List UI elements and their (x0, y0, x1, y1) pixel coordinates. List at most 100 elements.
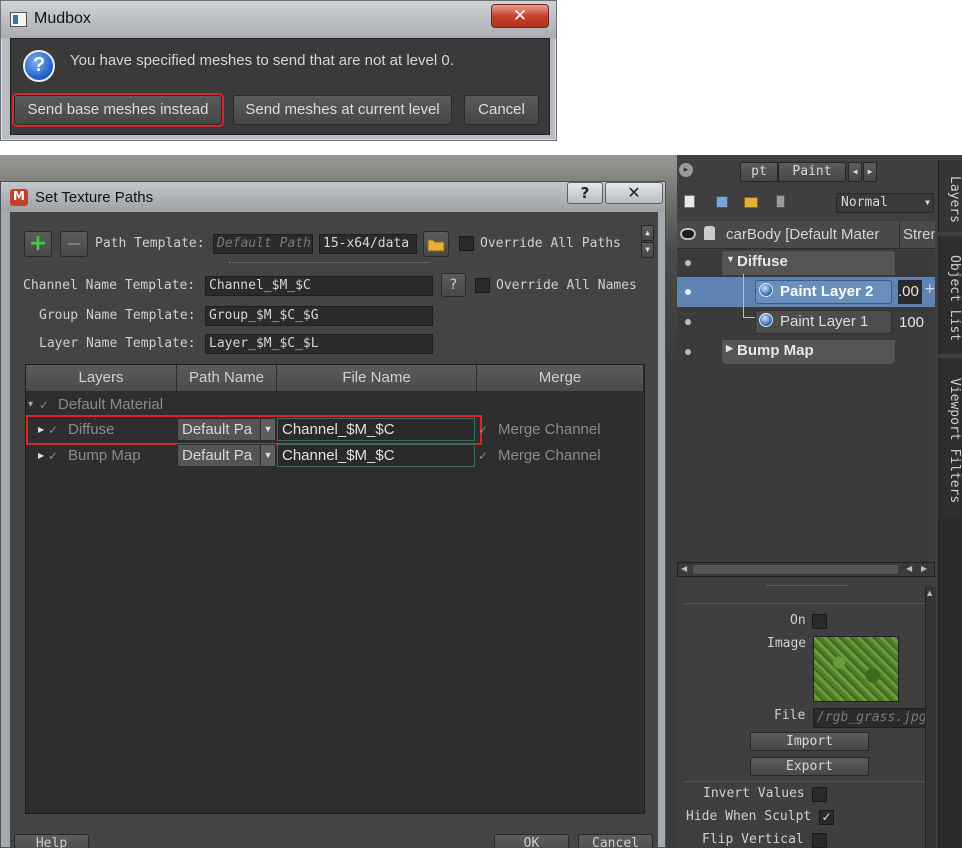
override-names-label: Override All Names (496, 278, 637, 293)
tab-paint[interactable]: Paint (778, 162, 846, 182)
eye-icon[interactable] (680, 228, 696, 240)
column-header-merge[interactable]: Merge (477, 365, 644, 391)
paint-layer-2[interactable]: Paint Layer 2 (755, 280, 892, 304)
collapse-arrow-icon[interactable]: ▼ (726, 254, 735, 264)
visibility-dot[interactable] (685, 260, 691, 266)
layer-group-diffuse[interactable]: ▼ Diffuse (722, 251, 895, 275)
scroll-up-button[interactable]: ▲ (641, 225, 654, 241)
layer-group-bump[interactable]: ▶ Bump Map (722, 340, 895, 364)
path-template-input[interactable]: 15-x64/data (319, 234, 417, 254)
scroll-left-icon[interactable]: ◀ (681, 564, 687, 573)
object-name: carBody [Default Mater (726, 226, 880, 243)
texture-content: + — Path Template: Default Path 15-x64/d… (10, 212, 658, 848)
on-checkbox[interactable] (812, 614, 827, 629)
expand-arrow-icon[interactable]: ▶ (38, 417, 44, 443)
invert-values-checkbox[interactable] (812, 787, 827, 802)
collapse-arrow-icon[interactable]: ▾ (28, 392, 33, 418)
add-icon[interactable]: + (24, 231, 52, 257)
scroll-up-icon[interactable]: ▲ (927, 589, 932, 597)
divider (684, 603, 934, 604)
scroll-down-button[interactable]: ▼ (641, 242, 654, 258)
new-layer-icon[interactable] (684, 195, 695, 208)
flip-vertical-label: Flip Vertical (702, 832, 804, 847)
import-button[interactable]: Import (750, 732, 869, 751)
paint-layer-1[interactable]: Paint Layer 1 (755, 310, 892, 334)
divider (684, 781, 934, 782)
close-button[interactable]: ✕ (491, 4, 549, 28)
table-row[interactable]: ▶ ✓ Bump Map Default Pa ▼ Channel_$M_$C … (26, 443, 644, 469)
texture-thumbnail[interactable] (813, 636, 899, 702)
channel-table: Layers Path Name File Name Merge ▾ ✓ Def… (25, 364, 645, 814)
merge-check-icon[interactable]: ✓ (478, 443, 488, 469)
send-current-level-button[interactable]: Send meshes at current level (233, 95, 452, 125)
override-paths-label: Override All Paths (480, 236, 621, 251)
path-template-placeholder[interactable]: Default Path (213, 234, 313, 254)
column-header-layers[interactable]: Layers (26, 365, 177, 391)
tab-object-list[interactable]: Object List (938, 236, 962, 354)
column-header-path[interactable]: Path Name (177, 365, 277, 391)
help-button[interactable]: Help (14, 834, 89, 848)
paint-layer-icon (759, 313, 773, 327)
flip-vertical-checkbox[interactable] (812, 833, 827, 848)
file-path-input[interactable]: /rgb_grass.jpg (813, 708, 931, 728)
override-paths-checkbox[interactable] (459, 236, 474, 251)
folder-icon[interactable] (744, 197, 758, 208)
trash-icon[interactable] (776, 195, 785, 208)
hide-when-sculpt-checkbox[interactable]: ✓ (819, 810, 834, 825)
lock-icon[interactable] (704, 226, 715, 240)
properties-scrollbar[interactable]: ▲ (925, 587, 936, 848)
remove-icon[interactable]: — (60, 231, 88, 257)
table-row[interactable]: ▶ ✓ Diffuse Default Pa ▼ Channel_$M_$C ✓… (26, 415, 644, 445)
file-name-input[interactable]: Channel_$M_$C (277, 444, 475, 467)
column-header-file[interactable]: File Name (277, 365, 477, 391)
question-icon: ? (23, 50, 55, 82)
send-base-meshes-button[interactable]: Send base meshes instead (12, 93, 224, 127)
path-name-dropdown[interactable]: Default Pa (177, 444, 261, 467)
image-label: Image (767, 636, 807, 651)
tab-next-button[interactable]: ▶ (863, 162, 877, 182)
cancel-button[interactable]: Cancel (464, 95, 539, 125)
help-title-button[interactable]: ? (567, 182, 603, 204)
plus-icon[interactable]: + (924, 281, 936, 297)
layer-1-strength[interactable]: 100 (899, 312, 933, 334)
ok-button[interactable]: OK (494, 834, 569, 848)
override-names-checkbox[interactable] (475, 278, 490, 293)
visibility-dot[interactable] (685, 319, 691, 325)
horizontal-scrollbar[interactable]: ◀ ◀ ▶ (677, 562, 935, 577)
duplicate-layer-icon[interactable] (716, 196, 728, 208)
tab-partial[interactable]: pt (740, 162, 778, 182)
expand-arrow-icon[interactable]: ▶ (38, 443, 44, 469)
scroll-thumb[interactable] (693, 565, 898, 574)
layer-2-strength[interactable]: .00 (898, 280, 922, 304)
chevron-down-icon[interactable]: ▼ (260, 418, 276, 441)
mudbox-message: You have specified meshes to send that a… (70, 52, 454, 69)
panel-menu-icon[interactable]: ▸ (679, 163, 693, 177)
path-name-dropdown[interactable]: Default Pa (177, 418, 261, 441)
browse-button[interactable] (423, 231, 449, 257)
group-template-input[interactable]: Group_$M_$C_$G (205, 306, 433, 326)
blend-mode-dropdown[interactable]: Normal ▼ (836, 193, 934, 213)
material-row[interactable]: ▾ ✓ Default Material (26, 392, 644, 418)
visibility-dot[interactable] (685, 349, 691, 355)
expand-arrow-icon[interactable]: ▶ (726, 343, 733, 354)
splitter[interactable] (767, 585, 847, 586)
template-help-button[interactable]: ? (441, 273, 466, 297)
tab-layers[interactable]: Layers (938, 160, 962, 232)
visibility-dot[interactable] (685, 289, 691, 295)
mudbox-dialog: Mudbox ✕ ? You have specified meshes to … (0, 0, 557, 141)
chevron-down-icon[interactable]: ▼ (260, 444, 276, 467)
tab-viewport-filters[interactable]: Viewport Filters (938, 358, 962, 518)
export-button[interactable]: Export (750, 757, 869, 776)
layer-list-header: carBody [Default Mater Stren (677, 221, 935, 249)
channel-template-input[interactable]: Channel_$M_$C (205, 276, 433, 296)
merge-check-icon[interactable]: ✓ (478, 417, 488, 443)
tab-prev-button[interactable]: ◀ (848, 162, 862, 182)
close-button[interactable]: ✕ (605, 182, 663, 204)
scroll-right-icon[interactable]: ▶ (921, 564, 927, 573)
scroll-left-icon[interactable]: ◀ (906, 564, 912, 573)
file-name-input[interactable]: Channel_$M_$C (277, 418, 475, 441)
layers-panel: ▸ pt Paint ◀ ▶ Normal ▼ carBody [Default… (677, 155, 962, 848)
folder-icon (427, 239, 445, 252)
cancel-button[interactable]: Cancel (578, 834, 653, 848)
layer-template-input[interactable]: Layer_$M_$C_$L (205, 334, 433, 354)
